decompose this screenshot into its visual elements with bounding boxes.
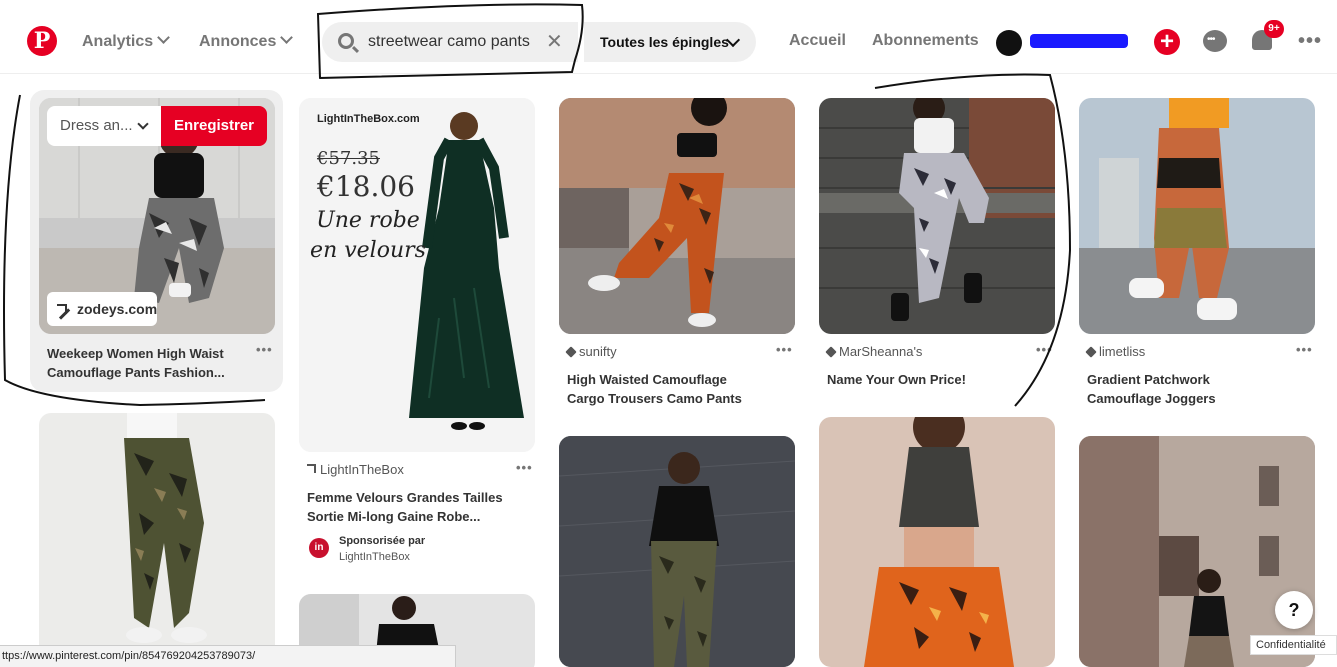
pin-more-icon[interactable]: ••• (1036, 342, 1053, 357)
search-bar: ✕ (322, 22, 578, 62)
pin-image[interactable] (559, 98, 795, 334)
analytics-dropdown[interactable]: Analytics (82, 30, 171, 54)
tag-icon (565, 346, 577, 358)
tag-icon (825, 346, 837, 358)
board-select-dropdown[interactable]: Dress an... (47, 106, 161, 146)
arrow-up-right-icon (57, 304, 67, 314)
pin-title[interactable]: Name Your Own Price! (827, 370, 1027, 389)
top-header: P Analytics Annonces ✕ Toutes les épingl… (0, 0, 1337, 80)
pin-title[interactable]: Weekeep Women High Waist Camouflage Pants… (47, 344, 247, 382)
sponsored-label: Sponsorisée par (339, 535, 426, 547)
sponsor-name[interactable]: LightInTheBox (339, 551, 410, 563)
pin-more-icon[interactable]: ••• (516, 460, 533, 475)
create-plus-icon[interactable]: + (1154, 29, 1180, 55)
pin-more-icon[interactable]: ••• (256, 342, 273, 357)
pin-title[interactable]: High Waisted Camouflage Cargo Trousers Ca… (567, 370, 767, 408)
pin-image[interactable] (559, 436, 795, 667)
pin-source-link[interactable]: sunifty (565, 344, 617, 359)
pin-image[interactable] (819, 417, 1055, 667)
more-options-icon[interactable]: ••• (1298, 30, 1322, 53)
search-input[interactable] (368, 30, 536, 54)
pin-source-link[interactable]: limetliss (1085, 344, 1145, 359)
pin-source-link[interactable]: MarSheanna's (825, 344, 922, 359)
privacy-link[interactable]: Confidentialité (1250, 635, 1337, 655)
arrow-up-right-icon (307, 464, 316, 473)
save-button[interactable]: Enregistrer (161, 106, 267, 146)
search-icon (338, 33, 354, 49)
sponsor-logo-icon[interactable]: in (309, 538, 329, 558)
pin-more-icon[interactable]: ••• (776, 342, 793, 357)
pin-more-icon[interactable]: ••• (1296, 342, 1313, 357)
pin-image[interactable] (39, 413, 275, 667)
annonces-dropdown[interactable]: Annonces (199, 30, 294, 54)
pin-title[interactable]: Gradient Patchwork Camouflage Joggers (1087, 370, 1287, 408)
search-scope-dropdown[interactable]: Toutes les épingles (584, 22, 756, 62)
external-link-button[interactable]: zodeys.com (47, 292, 157, 326)
tag-icon (1085, 346, 1097, 358)
pinterest-logo-icon[interactable]: P (27, 26, 57, 56)
clear-search-icon[interactable]: ✕ (546, 31, 563, 53)
browser-status-url: ttps://www.pinterest.com/pin/85476920425… (0, 645, 456, 667)
header-divider (0, 73, 1337, 74)
ad-brand-logo: LightInTheBox.com (317, 113, 420, 125)
notification-badge: 9+ (1264, 20, 1284, 38)
pin-image[interactable] (819, 98, 1055, 334)
pin-image[interactable] (1079, 436, 1315, 667)
messages-icon[interactable] (1203, 30, 1227, 52)
ad-tagline: Une robe en velours (310, 208, 426, 263)
ad-new-price: €18.06 (317, 170, 415, 203)
pin-source-link[interactable]: LightInTheBox (307, 462, 404, 477)
pin-title[interactable]: Femme Velours Grandes Tailles Sortie Mi-l… (307, 488, 507, 526)
chevron-down-icon (157, 31, 171, 44)
chevron-down-icon (137, 118, 149, 130)
avatar[interactable] (996, 30, 1022, 56)
help-button[interactable]: ? (1275, 591, 1313, 629)
pin-image[interactable] (1079, 98, 1315, 334)
following-link[interactable]: Abonnements (872, 32, 979, 50)
redacted-username[interactable] (1030, 34, 1128, 48)
ad-old-price: €57.35 (317, 148, 380, 169)
home-link[interactable]: Accueil (789, 32, 846, 50)
pin-image[interactable]: LightInTheBox.com €57.35 €18.06 Une robe… (299, 98, 535, 452)
chevron-down-icon (280, 31, 294, 44)
